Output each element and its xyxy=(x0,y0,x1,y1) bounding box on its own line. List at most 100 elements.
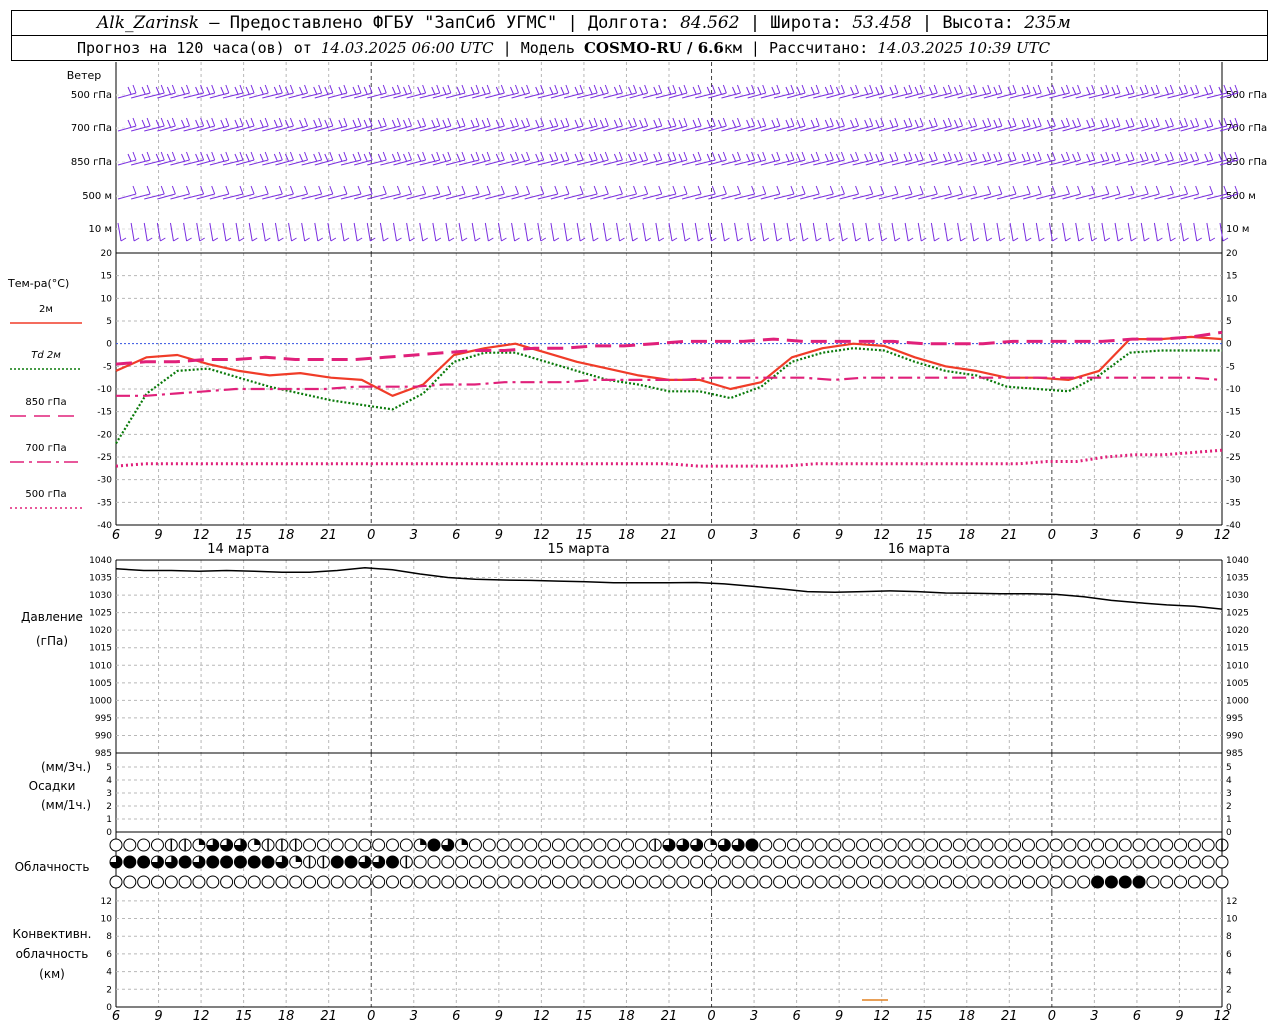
wind-barb-flag xyxy=(968,86,973,95)
wind-barb xyxy=(222,222,227,242)
cloud-cover-circle xyxy=(192,875,206,889)
cloud-cover-full xyxy=(206,856,219,868)
wind-barb-flag xyxy=(1104,237,1111,242)
wind-barb-flag xyxy=(771,153,776,162)
wind-barb-flag xyxy=(724,237,730,242)
wind-barb-flag xyxy=(436,185,441,195)
conv-xtick-label: 21 xyxy=(1001,1009,1018,1024)
cloud-cover-full xyxy=(745,839,758,851)
wind-barb-flag xyxy=(521,119,526,128)
wind-barb-flag xyxy=(919,185,924,195)
wind-barb xyxy=(1193,222,1198,242)
wind-barb-flag xyxy=(1100,86,1105,95)
wind-barb-flag xyxy=(1164,86,1169,95)
wind-barb-flag xyxy=(790,151,795,161)
wind-barb-flag xyxy=(579,117,584,127)
wind-barb-flag xyxy=(500,84,505,94)
wind-barb-flag xyxy=(195,153,200,162)
precip-ytick-left: 4 xyxy=(106,776,112,786)
wind-barb-flag xyxy=(711,185,716,195)
wind-barb-flag xyxy=(1012,185,1017,195)
wind-barb-flag xyxy=(914,86,919,95)
cloud-cover-quarter xyxy=(710,839,717,845)
temp-ytick-right: 5 xyxy=(1226,317,1232,327)
wind-barb xyxy=(314,222,319,242)
wind-barb-flag xyxy=(535,153,540,162)
wind-barb-flag xyxy=(1144,185,1149,195)
wind-barb-flag xyxy=(166,153,171,162)
wind-barb-flag xyxy=(456,153,461,162)
cloud-cover-circle xyxy=(690,875,704,889)
wind-barb xyxy=(484,222,489,242)
conv-ytick-left: 4 xyxy=(106,968,112,978)
pressure-ytick-right: 1040 xyxy=(1226,556,1249,566)
wind-barb-flag xyxy=(343,151,348,161)
wind-barb-flag xyxy=(1105,117,1110,127)
wind-barb-flag xyxy=(1077,151,1082,161)
wind-barb-flag xyxy=(960,237,966,242)
wind-barb-flag xyxy=(1032,119,1037,128)
wind-barb-flag xyxy=(672,84,677,94)
precip-title: Осадки xyxy=(29,779,76,793)
wind-barb-flag xyxy=(324,119,329,128)
wind-barb xyxy=(1075,222,1080,242)
wind-barb-flag xyxy=(470,153,475,162)
wind-barb-flag xyxy=(613,153,618,162)
wind-barb-flag xyxy=(338,86,343,95)
wind-barb-flag xyxy=(855,84,860,94)
wind-barb-flag xyxy=(993,119,998,128)
pressure-ytick-left: 995 xyxy=(95,714,112,724)
wind-barb-flag xyxy=(942,153,947,162)
wind-barb-flag xyxy=(352,153,357,162)
cloud-cover-quarter xyxy=(420,839,427,845)
wind-level-label-left: 700 гПа xyxy=(71,123,112,134)
wind-barb-flag xyxy=(514,185,519,195)
cloud-cover-circle xyxy=(897,875,911,889)
wind-barb-flag xyxy=(864,153,869,162)
wind-barb-flag xyxy=(338,153,343,162)
wind-barb xyxy=(379,222,384,242)
temp-xtick-label: 6 xyxy=(112,528,120,543)
wind-barb-flag xyxy=(133,237,140,242)
wind-barb-flag xyxy=(259,119,264,128)
wind-barb-flag xyxy=(869,185,874,195)
cloud-cover-circle xyxy=(220,875,234,889)
wind-barb-flag xyxy=(1012,84,1017,94)
cloud-cover-circle xyxy=(1160,875,1174,889)
wind-barb-flag xyxy=(914,153,919,162)
wind-barb-flag xyxy=(456,119,461,128)
wind-barb-flag xyxy=(1032,153,1037,162)
wind-barb-flag xyxy=(447,151,452,161)
conv-xtick-label: 18 xyxy=(278,1009,295,1024)
wind-barb-flag xyxy=(593,84,598,94)
wind-barb xyxy=(1206,222,1211,242)
wind-barb-flag xyxy=(250,117,255,127)
wind-barb-flag xyxy=(1037,151,1042,161)
wind-barb-flag xyxy=(181,86,185,95)
wind-barb-flag xyxy=(553,237,560,242)
temp-ytick-right: 10 xyxy=(1226,294,1238,304)
cloud-cover-circle xyxy=(372,875,386,889)
cloud-cover-circle xyxy=(1174,855,1188,869)
wind-barb-flag xyxy=(554,185,559,195)
wind-barb-flag xyxy=(289,151,294,161)
legend-label: Td 2м xyxy=(31,350,61,361)
wind-barb-flag xyxy=(1204,119,1209,128)
wind-barb-flag xyxy=(329,185,334,195)
wind-barb-flag xyxy=(1144,84,1149,94)
wind-barb-flag xyxy=(840,84,845,94)
conv-xtick-label: 12 xyxy=(873,1009,890,1024)
wind-barb-flag xyxy=(535,119,540,128)
wind-barb-flag xyxy=(1026,185,1031,195)
wind-barb-flag xyxy=(593,117,598,127)
wind-barb-flag xyxy=(447,117,452,127)
cloud-cover-circle xyxy=(745,855,759,869)
wind-barb-flag xyxy=(1190,86,1195,95)
temp-xtick-label: 21 xyxy=(320,528,337,543)
wind-barb-flag xyxy=(1111,86,1116,95)
cloud-cover-circle xyxy=(814,855,828,869)
wind-barb-flag xyxy=(672,117,677,127)
cloud-cover-circle xyxy=(330,875,344,889)
cloud-cover-circle xyxy=(952,875,966,889)
wind-barb-flag xyxy=(1012,117,1017,127)
